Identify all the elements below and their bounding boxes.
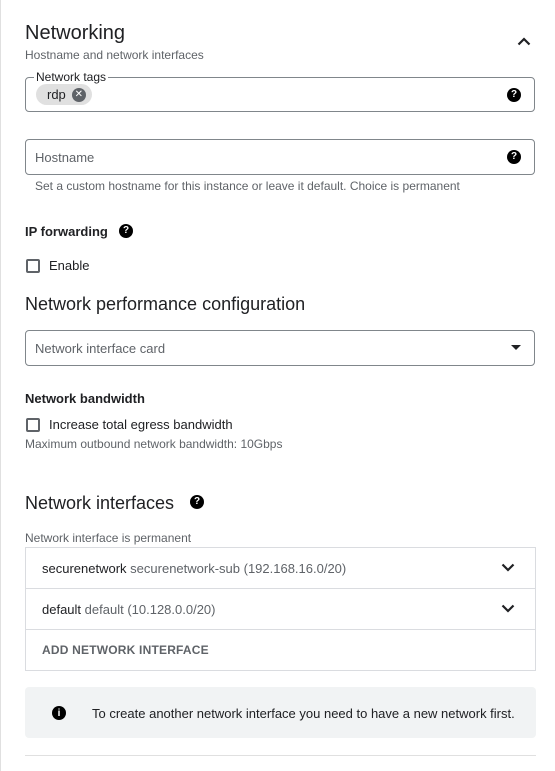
section-title: Networking xyxy=(25,22,126,44)
tag-chip-text: rdp xyxy=(47,87,66,102)
nic-select-value: Network interface card xyxy=(35,341,166,356)
interface-subnet-detail: default (10.128.0.0/20) xyxy=(84,602,216,617)
section-divider xyxy=(25,755,536,756)
egress-bandwidth-checkbox[interactable] xyxy=(26,418,40,432)
hostname-hint: Set a custom hostname for this instance … xyxy=(35,179,460,193)
nic-select[interactable]: Network interface card xyxy=(25,330,535,366)
info-banner: i To create another network interface yo… xyxy=(25,687,536,738)
section-subtitle: Hostname and network interfaces xyxy=(25,48,204,62)
interface-row[interactable]: default default (10.128.0.0/20) xyxy=(26,589,535,630)
network-tags-label: Network tags xyxy=(34,70,109,84)
hostname-placeholder: Hostname xyxy=(35,150,95,165)
interfaces-list: securenetwork securenetwork-sub (192.168… xyxy=(25,547,536,671)
help-icon[interactable]: ? xyxy=(507,150,521,164)
chevron-up-icon xyxy=(517,36,531,45)
ip-forwarding-label: IP forwarding xyxy=(25,224,108,239)
collapse-section-button[interactable] xyxy=(512,30,536,52)
egress-bandwidth-checkbox-label: Increase total egress bandwidth xyxy=(49,417,233,432)
help-icon[interactable]: ? xyxy=(119,224,133,238)
dropdown-arrow-icon xyxy=(511,345,521,350)
info-icon: i xyxy=(52,706,66,720)
interfaces-heading: Network interfaces xyxy=(25,493,175,513)
tag-chip-rdp: rdp ✕ xyxy=(36,84,92,105)
ip-forwarding-checkbox[interactable] xyxy=(26,259,40,273)
ip-forwarding-checkbox-label: Enable xyxy=(49,258,90,273)
interface-permanent-note: Network interface is permanent xyxy=(25,531,192,545)
network-tags-field[interactable]: Network tags rdp ✕ ? xyxy=(25,70,535,112)
hostname-input[interactable]: Hostname ? xyxy=(25,139,535,175)
help-icon[interactable]: ? xyxy=(190,495,204,509)
max-outbound-note: Maximum outbound network bandwidth: 10Gb… xyxy=(25,437,283,451)
chevron-down-icon xyxy=(501,604,515,613)
interface-network-name: default xyxy=(42,602,82,617)
performance-heading: Network performance configuration xyxy=(25,294,306,314)
help-icon[interactable]: ? xyxy=(507,88,521,102)
interface-network-name: securenetwork xyxy=(42,561,127,576)
info-banner-text: To create another network interface you … xyxy=(92,706,515,721)
network-bandwidth-label: Network bandwidth xyxy=(25,391,145,406)
close-circle-icon[interactable]: ✕ xyxy=(71,87,86,102)
panel-left-border xyxy=(0,0,1,771)
interface-row[interactable]: securenetwork securenetwork-sub (192.168… xyxy=(26,548,535,589)
add-network-interface-button[interactable]: ADD NETWORK INTERFACE xyxy=(42,643,209,657)
chevron-down-icon xyxy=(501,563,515,572)
interface-subnet-detail: securenetwork-sub (192.168.16.0/20) xyxy=(130,561,347,576)
